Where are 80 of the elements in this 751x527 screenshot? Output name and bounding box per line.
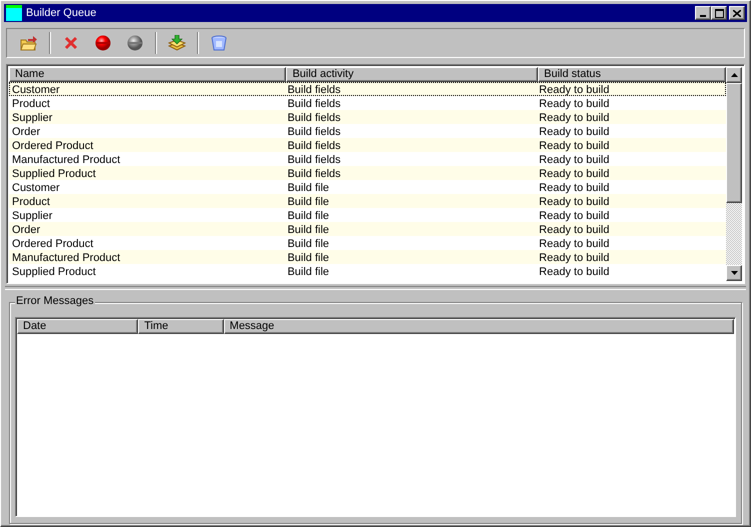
queue-row[interactable]: Ordered Product Build fields Ready to build (9, 138, 726, 152)
scroll-up-button[interactable] (726, 67, 742, 83)
column-header[interactable]: Name (9, 67, 286, 82)
table-cell: Supplier (12, 210, 52, 222)
scrollbar-thumb[interactable] (726, 83, 742, 203)
folder-arrow-icon[interactable] (20, 35, 38, 51)
table-cell: Manufactured Product (12, 252, 120, 264)
scroll-down-button[interactable] (726, 265, 742, 281)
stack-arrow-icon[interactable] (168, 35, 186, 51)
table-cell: Customer (12, 182, 60, 194)
table-cell: Ready to build (539, 238, 610, 250)
table-cell: Ready to build (539, 224, 610, 236)
app-icon (6, 5, 22, 21)
table-cell: Supplied Product (12, 168, 96, 180)
queue-row[interactable]: Supplied Product Build file Ready to build (9, 264, 726, 278)
table-cell: Ready to build (539, 126, 610, 138)
queue-row[interactable]: Order Build fields Ready to build (9, 124, 726, 138)
table-cell: Build fields (287, 98, 341, 110)
table-cell: Ready to build (539, 252, 610, 264)
table-cell: Order (12, 224, 40, 236)
table-cell: Supplied Product (12, 266, 96, 278)
stop-icon[interactable] (95, 35, 111, 51)
maximize-icon (714, 8, 724, 18)
table-cell: Build fields (287, 126, 341, 138)
table-cell: Ready to build (539, 210, 610, 222)
table-cell: Customer (12, 84, 60, 96)
queue-row[interactable]: Ordered Product Build file Ready to build (9, 236, 726, 250)
queue-row[interactable]: Product Build fields Ready to build (9, 96, 726, 110)
up-arrow-icon (730, 73, 738, 77)
queue-row[interactable]: Supplier Build file Ready to build (9, 208, 726, 222)
column-header[interactable]: Date (17, 319, 138, 334)
table-cell: Ready to build (539, 112, 610, 124)
table-cell: Ordered Product (12, 140, 94, 152)
bucket-icon[interactable] (211, 35, 227, 51)
table-cell: Build fields (287, 140, 341, 152)
table-cell: Build file (287, 238, 330, 250)
table-cell: Build fields (287, 168, 341, 180)
table-cell: Build fields (287, 84, 341, 96)
table-cell: Build file (287, 196, 330, 208)
table-cell: Ready to build (539, 182, 610, 194)
table-cell: Order (12, 126, 40, 138)
table-cell: Supplier (12, 112, 52, 124)
queue-row[interactable]: Supplied Product Build fields Ready to build (9, 166, 726, 180)
group-label: Error Messages (15, 295, 95, 307)
table-cell: Build file (287, 224, 330, 236)
window-title: Builder Queue (26, 7, 98, 19)
table-cell: Build file (287, 182, 330, 194)
queue-row[interactable]: Customer Build file Ready to build (9, 180, 726, 194)
queue-row[interactable]: Manufactured Product Build file Ready to build (9, 250, 726, 264)
table-cell: Ready to build (539, 154, 610, 166)
queue-row[interactable]: Supplier Build fields Ready to build (9, 110, 726, 124)
minimize-button[interactable] (695, 6, 711, 20)
queue-row[interactable]: Product Build file Ready to build (9, 194, 726, 208)
table-cell: Product (12, 98, 50, 110)
table-cell: Manufactured Product (12, 154, 120, 166)
table-cell: Ready to build (539, 98, 610, 110)
table-cell: Ordered Product (12, 238, 94, 250)
table-cell: Build file (287, 266, 330, 278)
column-header[interactable]: Message (224, 319, 734, 334)
table-cell: Build file (287, 252, 330, 264)
column-header[interactable]: Build status (538, 67, 726, 82)
table-cell: Build file (287, 210, 330, 222)
delete-icon[interactable] (64, 36, 78, 50)
down-arrow-icon (730, 271, 738, 275)
column-header[interactable]: Build activity (286, 67, 538, 82)
table-cell: Ready to build (539, 196, 610, 208)
table-cell: Ready to build (539, 168, 610, 180)
table-cell: Build fields (287, 154, 341, 166)
close-button[interactable] (729, 6, 745, 20)
queue-row[interactable]: Manufactured Product Build fields Ready to build (9, 152, 726, 166)
column-header[interactable]: Time (138, 319, 224, 334)
queue-row[interactable]: Order Build file Ready to build (9, 222, 726, 236)
table-cell: Ready to build (539, 140, 610, 152)
close-icon (733, 10, 741, 16)
queue-row[interactable]: Customer Build fields Ready to build (9, 82, 726, 96)
table-cell: Ready to build (539, 266, 610, 278)
table-cell: Product (12, 196, 50, 208)
maximize-button[interactable] (711, 6, 727, 20)
table-cell: Build fields (287, 112, 341, 124)
table-cell: Ready to build (539, 84, 610, 96)
